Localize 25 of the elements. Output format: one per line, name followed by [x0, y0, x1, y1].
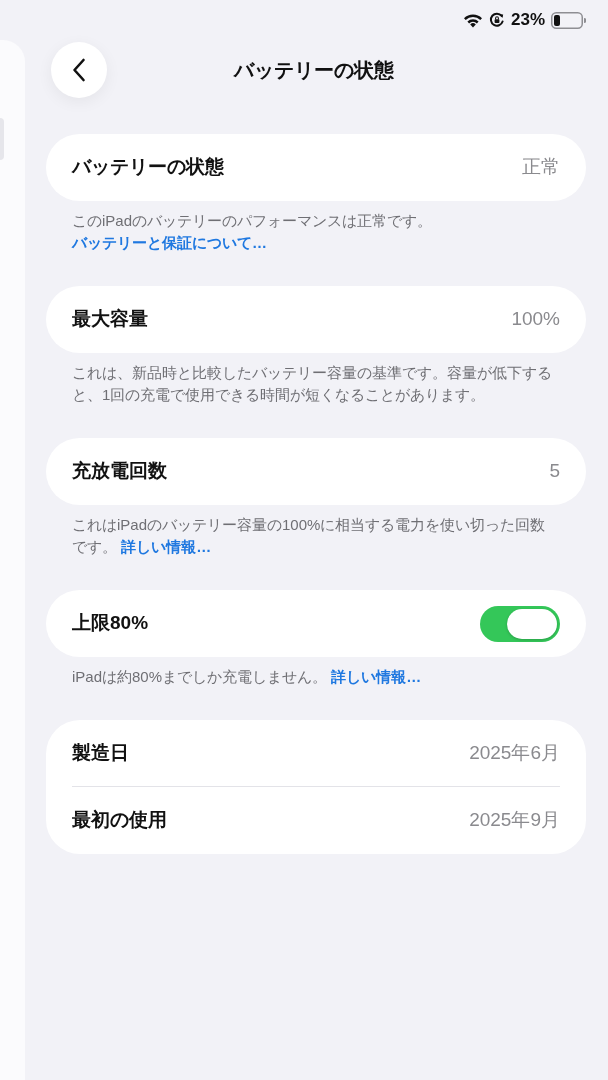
info-link[interactable]: バッテリーと保証について…: [72, 234, 267, 251]
row-value: 2025年6月: [469, 740, 560, 765]
battery-percentage: 23%: [510, 9, 545, 32]
footer-text: このiPadのバッテリーのパフォーマンスは正常です。 バッテリーと保証について…: [70, 211, 434, 253]
row-value: 100%: [511, 307, 560, 332]
row-label: 最大容量: [72, 307, 148, 332]
info-link[interactable]: 詳しい情報…: [331, 668, 422, 685]
footer-text: iPadは約80%までしか充電しません。 詳しい情報…: [71, 667, 423, 687]
row-value: 2025年9月: [469, 808, 560, 833]
row-value: 5: [549, 459, 560, 484]
row-label: バッテリーの状態: [72, 155, 224, 180]
battery-icon: [551, 11, 586, 29]
chevron-left-icon: [72, 58, 86, 82]
row-label: 製造日: [72, 740, 129, 765]
rotation-lock-icon: [488, 12, 505, 28]
row-label: 充放電回数: [72, 459, 167, 484]
footer-text: これは、新品時と比較したバッテリー容量の基準です。容量が低下すると、1回の充電で使用できる時間が短くなることがあります。: [71, 363, 553, 405]
row-value: 正常: [522, 155, 560, 180]
row-label: 最初の使用: [72, 808, 167, 833]
wifi-icon: [462, 12, 483, 28]
row-label: 上限80%: [72, 611, 149, 636]
info-link[interactable]: 詳しい情報…: [121, 538, 212, 555]
page-title: バッテリーの状態: [233, 58, 394, 83]
footer-text: これはiPadのバッテリー容量の100%に相当する電力を使い切った回数です。 詳しい情報…: [71, 515, 547, 557]
toggle-switch[interactable]: [480, 605, 560, 642]
